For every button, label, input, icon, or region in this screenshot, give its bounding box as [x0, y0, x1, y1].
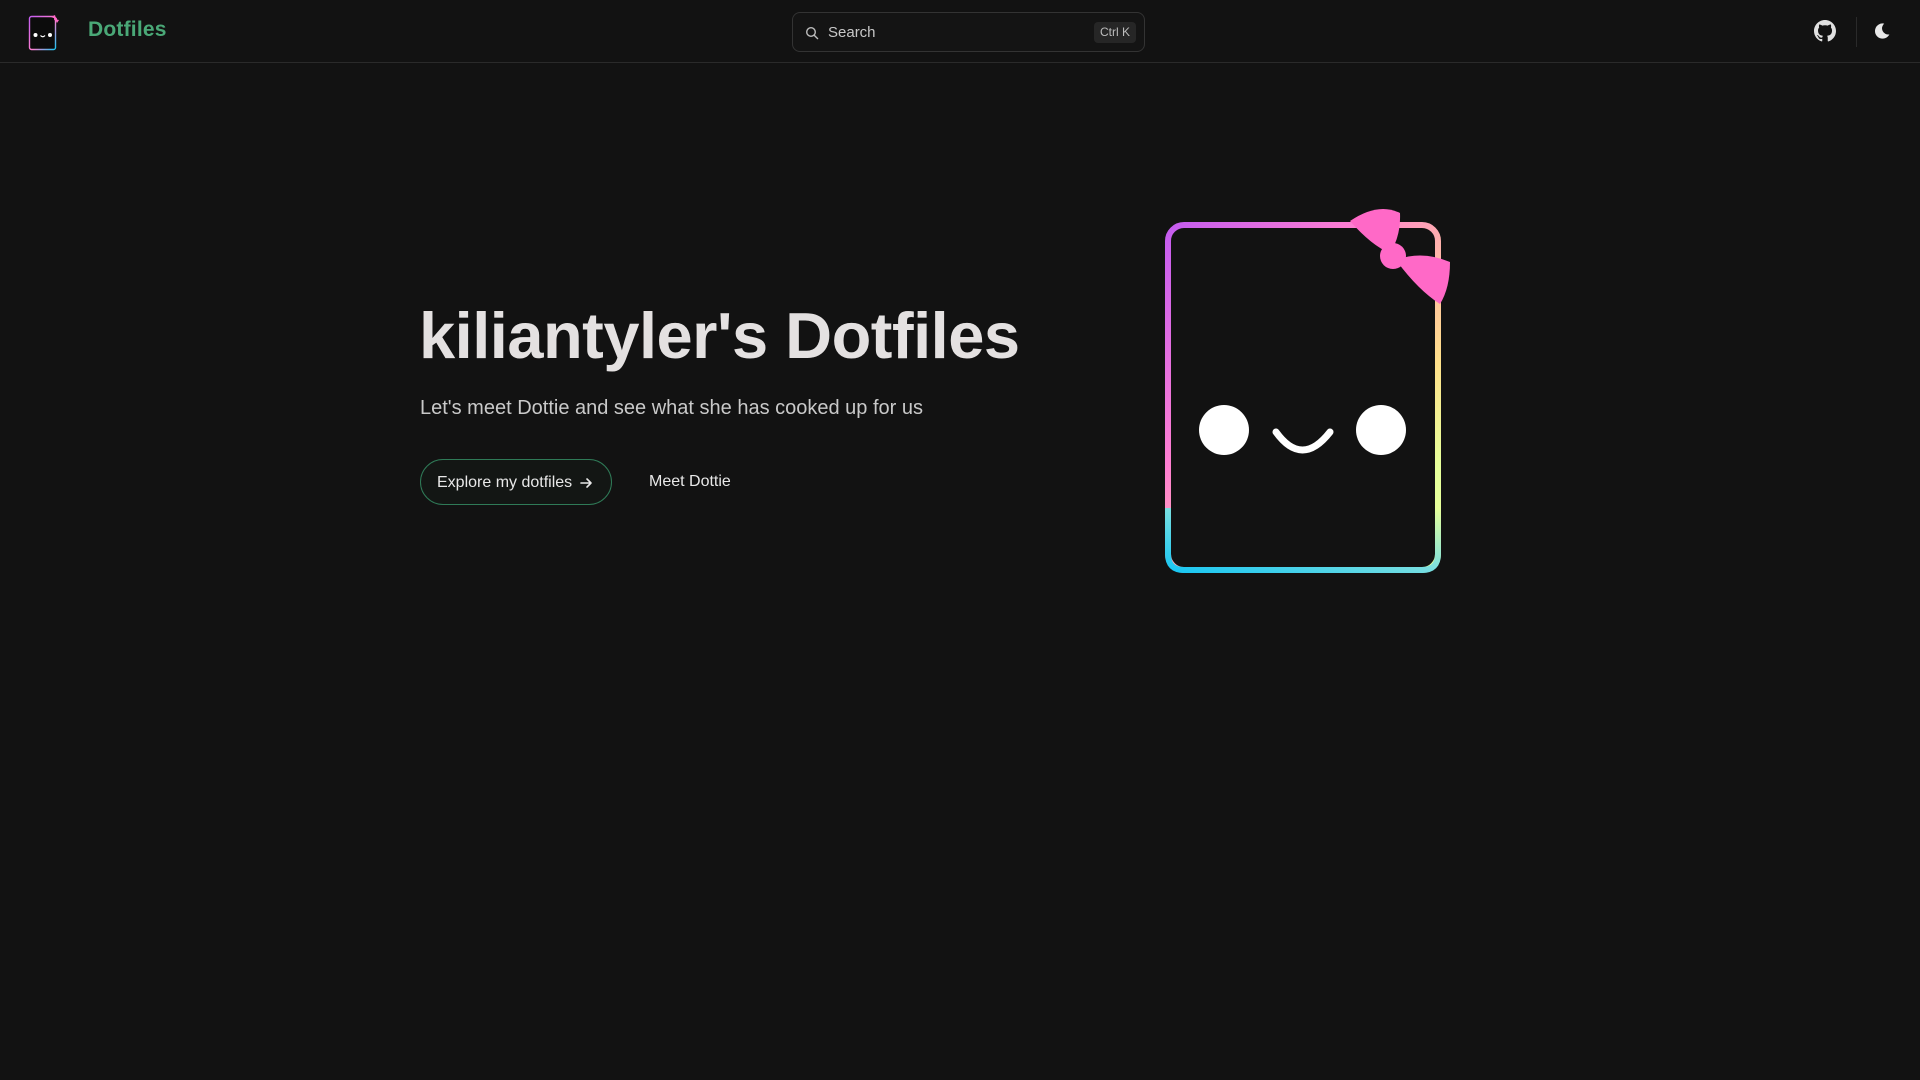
search-shortcut-badge: Ctrl K — [1094, 22, 1136, 43]
dottie-logo-icon[interactable] — [28, 14, 60, 52]
github-icon[interactable] — [1814, 20, 1836, 42]
header-divider — [1856, 17, 1857, 47]
hero-subtitle: Let's meet Dottie and see what she has c… — [420, 397, 924, 419]
search-icon — [805, 26, 819, 40]
moon-icon[interactable] — [1873, 22, 1891, 40]
hero-title: kiliantyler's Dotfiles — [419, 299, 1020, 372]
dottie-mascot-icon — [1165, 208, 1450, 573]
search-box[interactable]: Search Ctrl K — [792, 12, 1145, 52]
explore-dotfiles-label: Explore my dotfiles — [437, 474, 573, 491]
brand-title[interactable]: Dotfiles — [88, 18, 167, 42]
search-placeholder: Search — [828, 24, 876, 41]
arrow-right-icon — [580, 478, 592, 488]
meet-dottie-link[interactable]: Meet Dottie — [649, 473, 731, 491]
top-navbar: Dotfiles Search Ctrl K — [0, 0, 1920, 63]
explore-dotfiles-button[interactable]: Explore my dotfiles — [420, 459, 612, 505]
